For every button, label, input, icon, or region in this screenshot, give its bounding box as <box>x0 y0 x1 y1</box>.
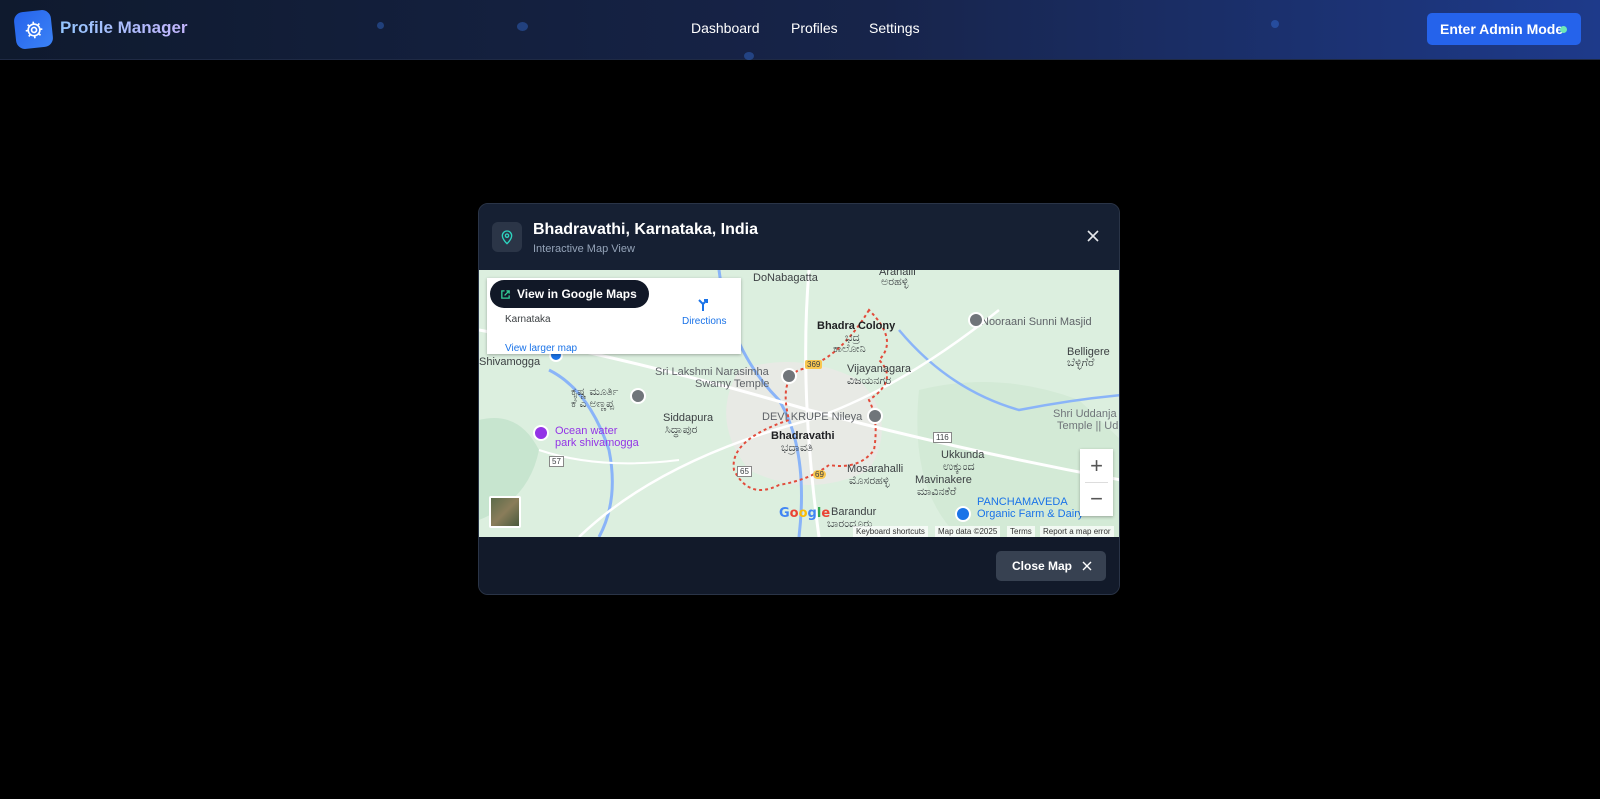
park-marker-icon[interactable] <box>533 425 549 441</box>
modal-footer: Close Map <box>479 537 1119 594</box>
map-modal: Bhadravathi, Karnataka, India Interactiv… <box>478 203 1120 595</box>
map-label: Bhadra Colony <box>817 320 896 332</box>
map-label: ಕಾಲೋನಿ <box>833 343 866 355</box>
gear-icon <box>25 21 42 38</box>
close-icon <box>1082 561 1092 571</box>
decor-dot <box>517 22 528 31</box>
map-label: Shivamogga <box>479 356 541 368</box>
map-label: Bhadravathi <box>771 430 835 442</box>
enter-admin-mode-button[interactable]: Enter Admin Mode <box>1427 13 1581 45</box>
map-label: ಅರಹಳ್ಳಿ <box>881 276 909 288</box>
close-icon[interactable] <box>1085 228 1101 244</box>
map-label: Barandur <box>831 506 877 518</box>
map-label: ಮಾವಿನಕೆರೆ <box>917 486 957 498</box>
road-shield: 369 <box>805 360 823 369</box>
map-label: DEVI KRUPE Nileya <box>762 411 863 423</box>
google-maps-button-label: View in Google Maps <box>517 287 637 301</box>
location-pin-badge <box>492 222 522 252</box>
card-region: Karnataka <box>505 314 551 325</box>
decor-dot <box>377 22 384 29</box>
view-larger-map-link[interactable]: View larger map <box>505 343 577 354</box>
map-label: Mavinakere <box>915 474 972 486</box>
road-shield: 69 <box>813 470 826 479</box>
zoom-divider <box>1085 482 1108 483</box>
map-label: Sri Lakshmi Narasimha <box>655 366 769 378</box>
shop-marker-icon[interactable] <box>955 506 971 522</box>
close-map-button[interactable]: Close Map <box>996 551 1106 581</box>
top-navbar: Profile Manager Dashboard Profiles Setti… <box>0 0 1600 60</box>
map-label: ವಿಜಯನಗರ <box>847 375 892 387</box>
map-label: Ocean water <box>555 425 618 437</box>
map-label: Siddapura <box>663 412 714 424</box>
nav-profiles[interactable]: Profiles <box>791 20 838 36</box>
app-logo[interactable] <box>13 9 54 50</box>
map-label: PANCHAMAVEDA <box>977 496 1068 508</box>
nav-dashboard[interactable]: Dashboard <box>691 20 760 36</box>
map-label: Organic Farm & Dairy <box>977 508 1084 520</box>
google-logo: Google <box>779 506 831 521</box>
zoom-in-button[interactable]: + <box>1080 449 1113 482</box>
place-marker-icon[interactable] <box>867 408 883 424</box>
map-label: ಬೆಳ್ಳಿಗೆರೆ <box>1067 357 1095 369</box>
map-label: ಉಕ್ಕುಂದ <box>943 461 975 473</box>
map-label: Shri Uddanja <box>1053 408 1117 420</box>
zoom-control: + − <box>1080 449 1113 516</box>
map-view[interactable]: DoNabagatta Arahalli ಅರಹಳ್ಳಿ Bhadra Colo… <box>479 270 1119 537</box>
report-map-error-link[interactable]: Report a map error <box>1040 526 1114 537</box>
map-label: park shivamogga <box>555 437 639 449</box>
map-label: Temple || Ud <box>1057 420 1119 432</box>
zoom-out-button[interactable]: − <box>1080 482 1113 515</box>
map-label: Swamy Temple <box>695 378 770 390</box>
admin-button-label: Enter Admin Mode <box>1440 21 1564 37</box>
modal-title: Bhadravathi, Karnataka, India <box>533 221 758 238</box>
map-label: DoNabagatta <box>753 272 818 284</box>
terms-link[interactable]: Terms <box>1007 526 1035 537</box>
decor-dot <box>744 52 754 60</box>
mosque-marker-icon[interactable] <box>968 312 984 328</box>
map-label: Mosarahalli <box>847 463 904 475</box>
map-data-attribution: Map data ©2025 <box>935 526 1001 537</box>
map-label: ಮೊಸರಹಳ್ಳಿ <box>849 475 890 487</box>
nav-settings[interactable]: Settings <box>869 20 920 36</box>
modal-subtitle: Interactive Map View <box>533 243 635 255</box>
road-shield: 116 <box>933 432 952 443</box>
satellite-toggle[interactable] <box>489 496 521 528</box>
view-in-google-maps-button[interactable]: View in Google Maps <box>490 280 649 308</box>
close-map-label: Close Map <box>1012 559 1073 573</box>
status-dot <box>1560 26 1567 33</box>
external-link-icon <box>501 289 510 299</box>
modal-header: Bhadravathi, Karnataka, India Interactiv… <box>479 204 1119 270</box>
map-label: Vijayanagara <box>847 363 912 375</box>
road-shield: 57 <box>549 456 564 467</box>
temple-marker-icon[interactable] <box>630 388 646 404</box>
app-brand[interactable]: Profile Manager <box>60 18 188 38</box>
map-label: ಭದ್ರಾವತಿ <box>781 442 813 454</box>
temple-marker-icon[interactable] <box>781 368 797 384</box>
road-shield: 65 <box>737 466 752 477</box>
map-label: ಸಿದ್ಧಾಪುರ <box>665 424 698 436</box>
map-pin-icon <box>501 230 513 245</box>
map-label: Ukkunda <box>941 449 985 461</box>
decor-dot <box>1271 20 1279 28</box>
directions-icon[interactable] <box>695 296 711 312</box>
map-label: Nooraani Sunni Masjid <box>981 316 1092 328</box>
map-label: ಕೆ ಎ ಅಣ್ಣಪ್ಪ <box>571 398 615 410</box>
directions-link[interactable]: Directions <box>682 316 726 327</box>
keyboard-shortcuts-link[interactable]: Keyboard shortcuts <box>853 526 928 537</box>
